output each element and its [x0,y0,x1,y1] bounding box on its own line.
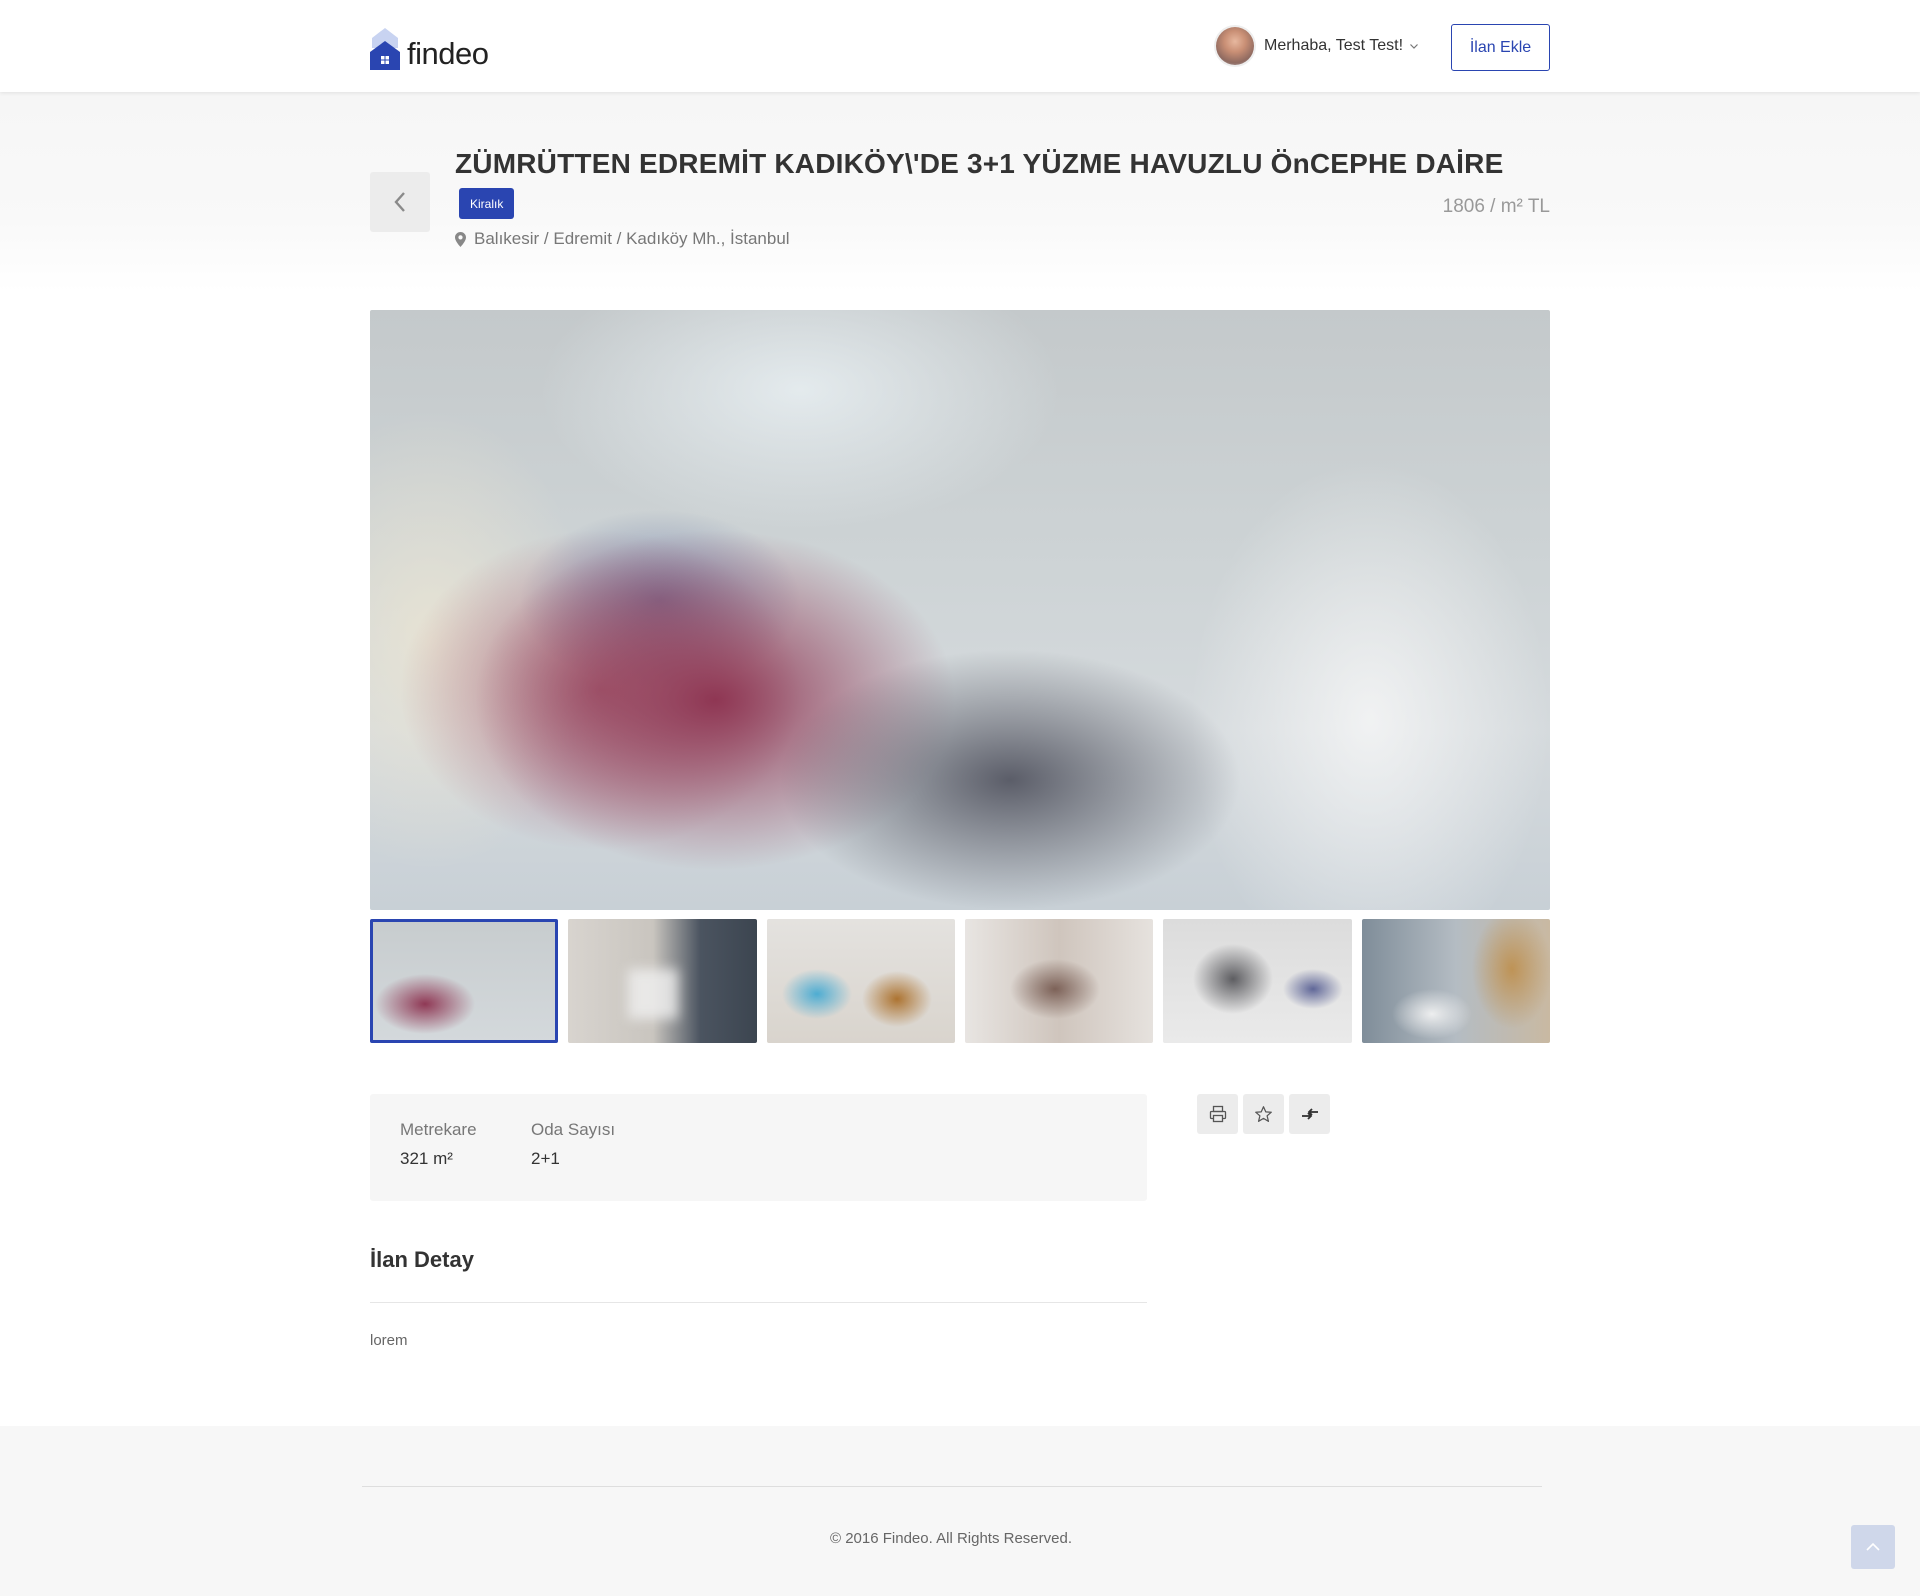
location-text: Balıkesir / Edremit / Kadıköy Mh., İstan… [474,229,790,248]
listing-title: ZÜMRÜTTEN EDREMİT KADIKÖY\'DE 3+1 YÜZME … [455,148,1504,179]
add-listing-button[interactable]: İlan Ekle [1451,24,1550,71]
user-menu[interactable]: Merhaba, Test Test! [1216,27,1419,65]
thumbnail-6[interactable] [1361,919,1550,1043]
site-header: findeo Merhaba, Test Test! İlan Ekle [0,0,1920,92]
back-button[interactable] [370,172,430,232]
thumbnail-1[interactable] [370,919,559,1043]
feature-rooms: Oda Sayısı 2+1 [531,1120,615,1169]
compare-button[interactable] [1289,1094,1330,1134]
feature-label: Metrekare [400,1120,477,1139]
house-logo-icon [370,26,400,70]
detail-description: lorem [370,1332,408,1349]
main-photo[interactable] [370,310,1550,910]
site-footer: © 2016 Findeo. All Rights Reserved. [0,1426,1920,1596]
title-band [0,92,1920,292]
listing-type-badge: Kiralık [459,188,515,219]
detail-heading: İlan Detay [370,1247,474,1272]
divider [362,1486,1542,1487]
favorite-button[interactable] [1243,1094,1284,1134]
print-button[interactable] [1197,1094,1238,1134]
avatar [1216,27,1254,65]
logo[interactable]: findeo [370,26,489,71]
chevron-down-icon [1410,44,1418,49]
map-pin-icon [455,231,466,247]
star-icon [1255,1105,1272,1122]
thumbnail-5[interactable] [1163,919,1352,1043]
print-icon [1209,1105,1226,1123]
thumbnail-2[interactable] [568,919,757,1043]
feature-label: Oda Sayısı [531,1120,616,1139]
chevron-up-icon [1866,1542,1880,1551]
feature-value: 2+1 [531,1149,560,1168]
divider [370,1302,1147,1303]
feature-area: Metrekare 321 m² [400,1120,477,1169]
chevron-left-icon [394,192,405,212]
thumbnail-strip [370,919,1550,1043]
logo-text: findeo [407,36,489,71]
thumbnail-3[interactable] [766,919,955,1043]
back-to-top-button[interactable] [1851,1525,1895,1569]
user-greeting: Merhaba, Test Test! [1264,37,1404,54]
thumbnail-4[interactable] [964,919,1154,1043]
features-panel: Metrekare 321 m² Oda Sayısı 2+1 [370,1094,1147,1201]
feature-value: 321 m² [400,1149,453,1168]
listing-actions [1197,1094,1330,1134]
copyright: © 2016 Findeo. All Rights Reserved. [829,1530,1072,1547]
listing-location: Balıkesir / Edremit / Kadıköy Mh., İstan… [455,229,790,249]
compare-icon [1301,1108,1318,1120]
listing-price: 1806 / m² TL [1442,196,1550,217]
